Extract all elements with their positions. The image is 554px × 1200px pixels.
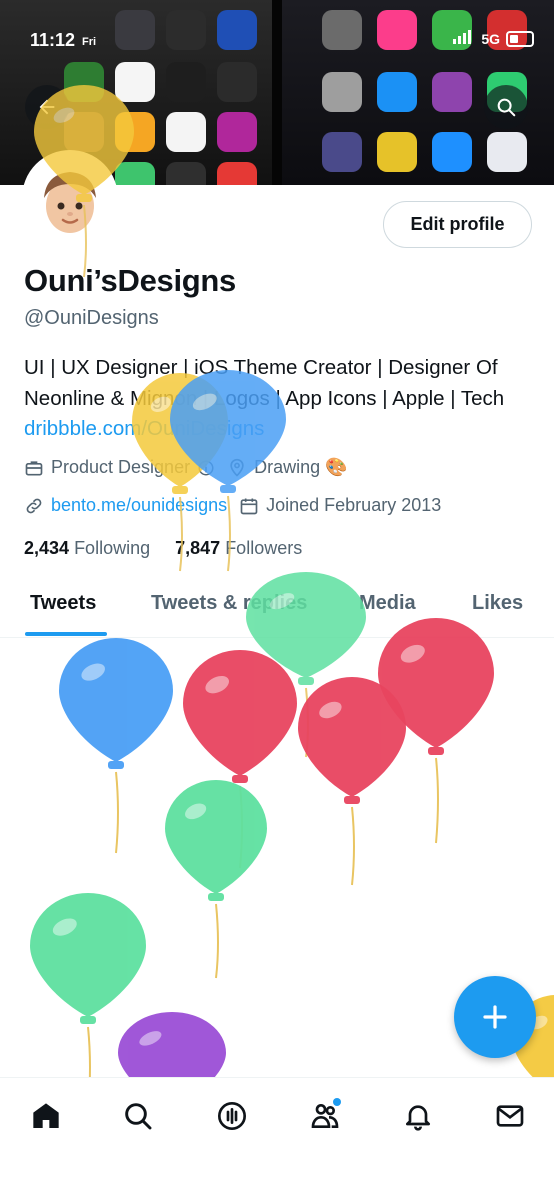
location-pin-icon	[230, 458, 244, 477]
followers-count: 7,847	[175, 538, 221, 558]
bio-text: UI | UX Designer | iOS Theme Creator | D…	[24, 356, 505, 410]
joined-text: Joined February 2013	[266, 495, 442, 515]
tab-tweets-replies[interactable]: Tweets & replies	[151, 592, 307, 615]
bottom-navigation	[0, 1077, 554, 1200]
category-item: Product Designer	[24, 457, 215, 478]
banner-app-icon	[322, 72, 362, 112]
nav-notifications[interactable]	[396, 1094, 440, 1138]
banner-app-icon	[217, 162, 257, 185]
balloon	[183, 650, 297, 869]
communities-notification-dot	[333, 1098, 341, 1106]
profile-tabs: Tweets Tweets & replies Media Likes	[0, 578, 554, 638]
banner-app-icon	[217, 10, 257, 50]
search-icon	[497, 98, 516, 117]
banner-divider	[272, 0, 282, 185]
following-stat[interactable]: 2,434 Following	[24, 538, 150, 558]
banner-app-icon	[487, 132, 527, 172]
banner-app-icon	[166, 62, 206, 102]
profile-meta-row-2: bento.me/ounidesigns Joined February 201…	[24, 495, 453, 516]
spaces-icon	[218, 1102, 246, 1130]
banner-app-icon	[377, 10, 417, 50]
search-icon	[125, 1103, 152, 1130]
banner-app-icon	[432, 72, 472, 112]
banner-app-icon	[115, 112, 155, 152]
banner-app-icon	[217, 112, 257, 152]
status-indicators: 5G	[453, 30, 534, 47]
banner-app-icon	[377, 132, 417, 172]
banner-app-icon	[166, 112, 206, 152]
banner-app-icon	[166, 10, 206, 50]
memoji-avatar	[26, 154, 114, 242]
edit-profile-button[interactable]: Edit profile	[383, 201, 532, 248]
status-day: Fri	[82, 36, 97, 48]
balloon	[298, 677, 406, 886]
banner-search-button[interactable]	[484, 85, 528, 129]
back-button[interactable]	[25, 85, 69, 129]
following-label: Following	[74, 538, 151, 558]
info-icon[interactable]	[197, 459, 215, 477]
profile-meta-row-1: Product Designer Drawing 🎨	[24, 457, 360, 478]
location-item: Drawing 🎨	[227, 457, 348, 478]
nav-home[interactable]	[24, 1094, 68, 1138]
balloon	[165, 780, 267, 979]
balloon	[378, 618, 494, 844]
plus-icon	[483, 1005, 507, 1029]
arrow-left-icon	[39, 99, 55, 115]
banner-app-icon	[115, 162, 155, 185]
bell-icon	[406, 1105, 430, 1131]
nav-spaces[interactable]	[210, 1094, 254, 1138]
location-text: Drawing 🎨	[254, 457, 348, 477]
banner-app-icon	[64, 112, 104, 152]
balloon	[59, 638, 173, 854]
profile-name: Ouni’sDesigns	[24, 263, 236, 298]
signal-icon	[453, 30, 475, 47]
banner-app-icon	[322, 10, 362, 50]
battery-icon	[506, 30, 534, 47]
tab-media[interactable]: Media	[359, 592, 416, 615]
bio-link[interactable]: dribbble.com/OuniDesigns	[24, 417, 264, 440]
website-item[interactable]: bento.me/ounidesigns	[24, 495, 227, 516]
tab-tweets[interactable]: Tweets	[30, 592, 96, 615]
active-tab-indicator	[25, 632, 107, 636]
status-time: 11:12	[30, 30, 76, 50]
banner-app-icon	[115, 10, 155, 50]
follow-stats: 2,434 Following 7,847 Followers	[24, 538, 302, 559]
profile-handle: @OuniDesigns	[24, 307, 159, 329]
home-icon	[33, 1103, 59, 1128]
nav-communities[interactable]	[303, 1094, 347, 1138]
profile-avatar[interactable]	[22, 150, 118, 246]
banner-app-icon	[217, 62, 257, 102]
link-icon	[26, 498, 42, 513]
followers-stat[interactable]: 7,847 Followers	[175, 538, 302, 558]
joined-item: Joined February 2013	[239, 495, 441, 516]
banner-app-icon	[322, 132, 362, 172]
compose-tweet-button[interactable]	[454, 976, 536, 1058]
profile-bio: UI | UX Designer | iOS Theme Creator | D…	[24, 353, 534, 445]
tab-likes[interactable]: Likes	[472, 592, 523, 615]
balloon	[30, 893, 146, 1109]
briefcase-icon	[25, 460, 43, 475]
banner-app-icon	[64, 62, 104, 102]
nav-messages[interactable]	[488, 1094, 532, 1138]
mail-icon	[496, 1105, 524, 1127]
banner-app-icon	[432, 132, 472, 172]
nav-search[interactable]	[116, 1094, 160, 1138]
website-link[interactable]: bento.me/ounidesigns	[51, 495, 227, 516]
category-text: Product Designer	[51, 457, 191, 477]
banner-app-icon	[115, 62, 155, 102]
banner-app-icon	[166, 162, 206, 185]
followers-label: Followers	[225, 538, 303, 558]
following-count: 2,434	[24, 538, 70, 558]
calendar-icon	[240, 498, 258, 514]
banner-app-icon	[377, 72, 417, 112]
network-type: 5G	[481, 30, 500, 47]
